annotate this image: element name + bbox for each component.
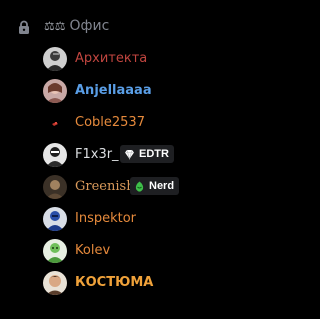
scales-icon: ⚖⚖ (44, 19, 66, 33)
username: Архитекта (75, 51, 148, 66)
green-gem-icon (135, 181, 144, 192)
diamond-icon (125, 149, 134, 160)
avatar (43, 143, 67, 167)
username: КОСТЮМА (75, 275, 154, 290)
avatar (43, 207, 67, 231)
avatar (43, 175, 67, 199)
avatar-grey-figure-icon (43, 47, 67, 71)
avatar (43, 239, 67, 263)
avatar (43, 111, 67, 135)
username: Kolev (75, 243, 111, 258)
avatar-blue-figure-icon (43, 207, 67, 231)
voice-channel-office[interactable]: ⚖⚖ Офис (0, 13, 290, 41)
avatar-dark-figure-icon (43, 143, 67, 167)
avatar (43, 79, 67, 103)
lock-icon (19, 20, 29, 34)
voice-user-kolev[interactable]: Kolev (40, 236, 285, 266)
voice-user-anjellaaaa[interactable]: Anjellaaaa (40, 76, 285, 106)
username: Inspektor (75, 211, 137, 226)
voice-user-inspektor[interactable]: Inspektor (40, 204, 285, 234)
channel-name: ⚖⚖ Офис (44, 18, 109, 34)
avatar (43, 271, 67, 295)
badge-label: EDTR (139, 148, 169, 160)
voice-user-coble2537[interactable]: Coble2537 (40, 108, 285, 138)
avatar-green-figure-icon (43, 239, 67, 263)
avatar-pink-figure-icon (43, 79, 67, 103)
username: Coble2537 (75, 115, 145, 130)
voice-user-kostyuma[interactable]: КОСТЮМА (40, 268, 285, 298)
role-badge-nerd: Nerd (130, 177, 180, 195)
channel-label: Офис (69, 18, 110, 34)
voice-user-arkhitekta[interactable]: Архитекта (40, 44, 285, 74)
voice-user-f1x3r[interactable]: F1x3r_ EDTR (40, 140, 285, 170)
username: Greenish (75, 179, 135, 194)
avatar-red-mark-icon (43, 111, 67, 135)
avatar (43, 47, 67, 71)
role-badge-edtr: EDTR (120, 145, 174, 163)
badge-label: Nerd (149, 180, 175, 192)
avatar-face-figure-icon (43, 271, 67, 295)
voice-user-greenish[interactable]: Greenish Nerd (40, 172, 285, 202)
username: Anjellaaaa (75, 83, 152, 98)
username: F1x3r_ (75, 147, 119, 162)
avatar-brown-figure-icon (43, 175, 67, 199)
